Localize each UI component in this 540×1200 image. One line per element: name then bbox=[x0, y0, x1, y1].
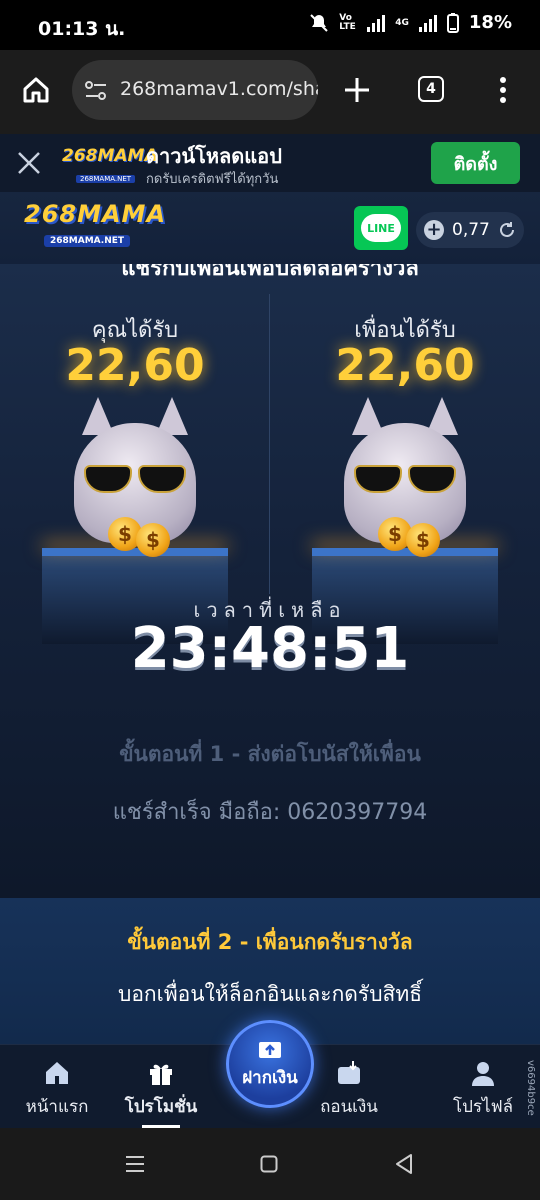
new-tab-icon[interactable] bbox=[343, 76, 371, 104]
gift-icon bbox=[150, 1064, 172, 1085]
profile-icon bbox=[472, 1062, 494, 1086]
wallet-withdraw-icon bbox=[338, 1061, 360, 1084]
nav-home[interactable]: หน้าแรก bbox=[7, 1059, 107, 1120]
status-time: 01:13 น. bbox=[38, 18, 126, 40]
home-button-icon[interactable] bbox=[260, 1155, 278, 1173]
system-nav-bar bbox=[0, 1128, 540, 1200]
install-button[interactable]: ติดตั้ง bbox=[431, 142, 520, 184]
banner-logo-sub: 268MAMA.NET bbox=[76, 175, 136, 183]
back-icon[interactable] bbox=[394, 1153, 414, 1175]
browser-toolbar: 268mamav1.com/sha bbox=[0, 50, 540, 134]
signal-icon-2 bbox=[418, 14, 437, 32]
banner-logo: 268MAMA 268MAMA.NET bbox=[62, 146, 158, 185]
cat-mascot-right: $ $ bbox=[330, 389, 480, 559]
line-icon: LINE bbox=[361, 214, 401, 242]
step1-title: ขั้นตอนที่ 1 - ส่งต่อโบนัสให้เพื่อน bbox=[119, 742, 421, 766]
column-divider bbox=[269, 294, 270, 594]
deposit-icon bbox=[259, 1041, 281, 1058]
status-icons: Vo LTE 4G 18% bbox=[309, 12, 512, 33]
step2-description: บอกเพื่อนให้ล็อกอินและกดรับสิทธิ์ bbox=[117, 982, 423, 1006]
battery-icon bbox=[446, 12, 459, 33]
close-icon[interactable] bbox=[16, 150, 42, 176]
app-install-banner: 268MAMA 268MAMA.NET ดาวน์โหลดแอป กดรับเค… bbox=[0, 134, 540, 192]
balance-amount: 0,77 bbox=[452, 220, 490, 240]
deposit-button[interactable]: ฝากเงิน bbox=[226, 1020, 314, 1108]
banner-logo-text: 268MAMA bbox=[62, 146, 158, 166]
friend-receive-amount: 22,60 bbox=[335, 340, 475, 391]
url-text[interactable]: 268mamav1.com/sha bbox=[120, 78, 318, 100]
nav-home-label: หน้าแรก bbox=[25, 1097, 89, 1117]
section-title: แชร์กับเพื่อนเพื่อปลดล็อครางวัล bbox=[121, 264, 419, 281]
site-logo-text: 268MAMA bbox=[24, 200, 167, 228]
you-receive-amount: 22,60 bbox=[65, 340, 205, 391]
balance-pill[interactable]: + 0,77 bbox=[416, 212, 524, 248]
nav-profile-label: โปรไฟล์ bbox=[452, 1097, 514, 1117]
coin-icon: $ bbox=[406, 523, 440, 557]
deposit-label: ฝากเงิน bbox=[242, 1067, 298, 1088]
share-status: แชร์สำเร็จ มือถือ: 0620397794 bbox=[112, 800, 428, 825]
version-label: v6694b9ce bbox=[525, 1060, 536, 1116]
battery-percent: 18% bbox=[468, 12, 512, 33]
nav-withdraw[interactable]: ถอนเงิน bbox=[299, 1059, 399, 1120]
site-logo[interactable]: 268MAMA 268MAMA.NET bbox=[24, 200, 167, 250]
add-funds-icon[interactable]: + bbox=[424, 220, 444, 240]
countdown-timer: 23:48:51 bbox=[130, 616, 410, 681]
home-icon bbox=[46, 1062, 68, 1084]
network-type: 4G bbox=[395, 17, 409, 28]
more-menu-icon[interactable] bbox=[496, 76, 510, 104]
recent-apps-icon[interactable] bbox=[124, 1154, 146, 1174]
tab-switcher-button[interactable]: 4 bbox=[418, 76, 444, 102]
share-reward-section: แชร์กับเพื่อนเพื่อปลดล็อครางวัล คุณได้รั… bbox=[0, 264, 540, 898]
coin-icon: $ bbox=[136, 523, 170, 557]
site-settings-icon[interactable] bbox=[84, 80, 108, 102]
nav-withdraw-label: ถอนเงิน bbox=[320, 1097, 378, 1117]
cat-mascot-left: $ $ bbox=[60, 389, 210, 559]
mute-icon bbox=[310, 13, 328, 32]
nav-profile[interactable]: โปรไฟล์ bbox=[433, 1059, 533, 1120]
line-button[interactable]: LINE bbox=[354, 206, 408, 250]
status-bar: 01:13 น. Vo LTE 4G 18% bbox=[0, 0, 540, 50]
step2-title: ขั้นตอนที่ 2 - เพื่อนกดรับรางวัล bbox=[127, 930, 413, 954]
banner-subtitle: กดรับเครดิตฟรีได้ทุกวัน bbox=[146, 172, 279, 187]
signal-icon bbox=[367, 14, 386, 32]
nav-promo-label: โปรโมชั่น bbox=[124, 1097, 198, 1117]
url-bar[interactable]: 268mamav1.com/sha bbox=[72, 60, 318, 120]
refresh-icon[interactable] bbox=[498, 221, 516, 239]
nav-promo[interactable]: โปรโมชั่น bbox=[111, 1059, 211, 1120]
site-logo-sub: 268MAMA.NET bbox=[44, 235, 131, 247]
home-icon[interactable] bbox=[22, 76, 50, 104]
volte-label: Vo LTE bbox=[339, 12, 356, 32]
